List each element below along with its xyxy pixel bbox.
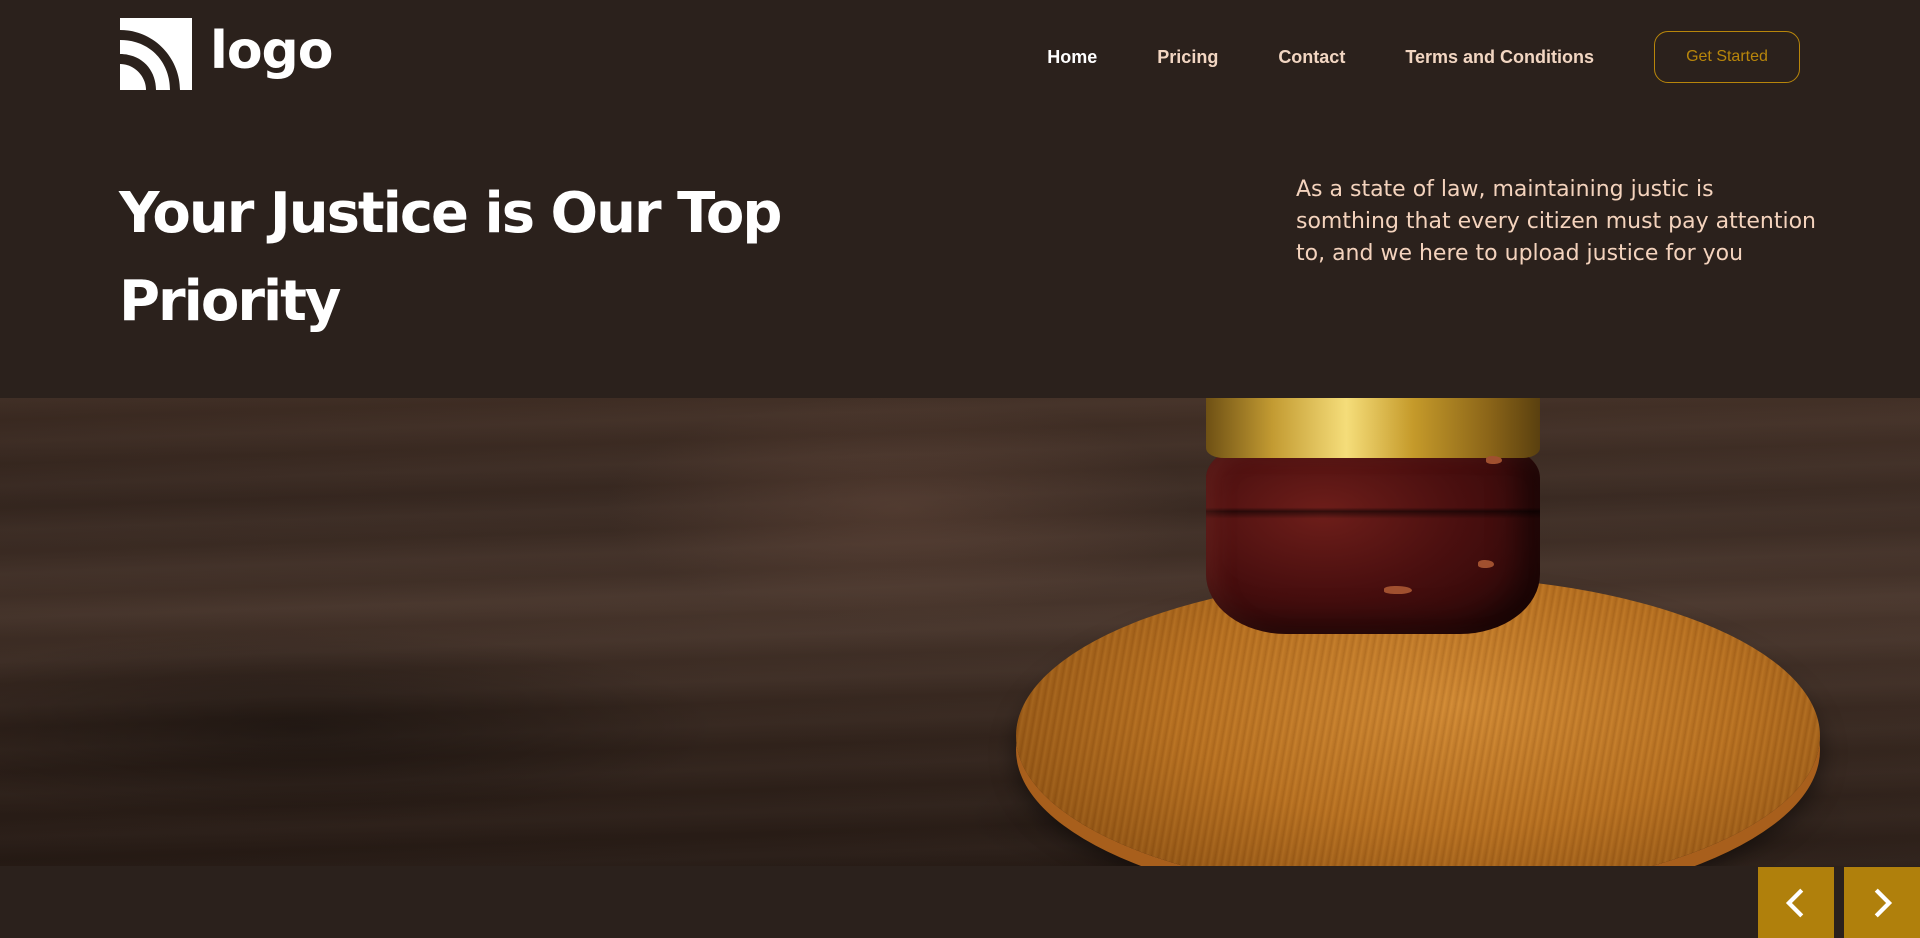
gavel-photo xyxy=(0,398,1920,866)
gavel-wear-mark xyxy=(1486,456,1502,464)
nav-terms-link[interactable]: Terms and Conditions xyxy=(1405,47,1594,68)
chevron-left-icon xyxy=(1785,888,1804,917)
logo-text: logo xyxy=(210,21,333,81)
slider-next-button[interactable] xyxy=(1844,867,1920,938)
gavel-wear-mark xyxy=(1384,586,1412,594)
gavel-wear-mark xyxy=(1478,560,1494,568)
slider-prev-button[interactable] xyxy=(1758,867,1834,938)
landing-page: logo Home Pricing Contact Terms and Cond… xyxy=(0,0,1920,938)
get-started-button[interactable]: Get Started xyxy=(1654,31,1800,83)
hero-description: As a state of law, maintaining justic is… xyxy=(1296,177,1816,266)
gavel-brass-band xyxy=(1206,398,1540,458)
nav-pricing-link[interactable]: Pricing xyxy=(1157,47,1218,68)
nav-home-link[interactable]: Home xyxy=(1047,47,1097,68)
main-nav: Home Pricing Contact Terms and Condition… xyxy=(1047,30,1800,84)
nav-contact-link[interactable]: Contact xyxy=(1278,47,1345,68)
chevron-right-icon xyxy=(1874,888,1893,917)
gavel-head xyxy=(1206,448,1540,634)
rss-signal-icon xyxy=(120,18,192,90)
hero-title: Your Justice is Our Top Priority xyxy=(119,181,782,334)
logo[interactable]: logo xyxy=(120,18,333,90)
